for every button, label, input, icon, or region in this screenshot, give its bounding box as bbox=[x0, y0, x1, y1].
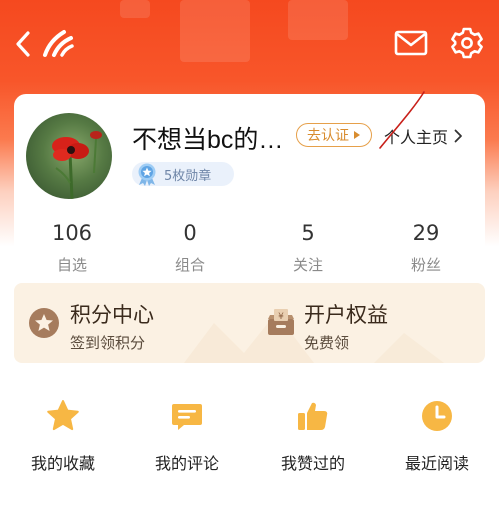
avatar[interactable] bbox=[26, 113, 112, 199]
shortcut-label: 我赞过的 bbox=[280, 454, 345, 473]
shortcut-recent[interactable]: 最近阅读 bbox=[382, 398, 492, 474]
medal-icon bbox=[134, 162, 160, 186]
points-title: 积分中心 bbox=[70, 303, 154, 327]
chevron-left-icon[interactable] bbox=[8, 28, 38, 60]
comment-icon bbox=[132, 398, 242, 434]
stat-value: 0 bbox=[183, 221, 197, 245]
account-benefits-entry[interactable]: ¥ 开户权益 免费领 bbox=[262, 290, 472, 356]
shortcut-label: 我的评论 bbox=[154, 454, 219, 473]
yuan-wallet-icon: ¥ bbox=[264, 305, 298, 343]
clock-icon bbox=[382, 398, 492, 434]
points-subtitle: 签到领积分 bbox=[70, 334, 146, 352]
account-subtitle: 免费领 bbox=[304, 334, 350, 352]
stat-value: 106 bbox=[51, 221, 93, 245]
top-bar bbox=[0, 0, 499, 92]
gear-icon[interactable] bbox=[448, 24, 486, 62]
medal-badge[interactable]: 5枚勋章 bbox=[132, 162, 234, 186]
stat-watchlist[interactable]: 106 自选 bbox=[32, 220, 112, 275]
stat-portfolio[interactable]: 0 组合 bbox=[150, 220, 230, 275]
chevron-right-icon bbox=[454, 129, 463, 143]
caret-right-icon bbox=[353, 130, 361, 140]
shortcut-comments[interactable]: 我的评论 bbox=[132, 398, 242, 474]
shortcut-label: 最近阅读 bbox=[404, 454, 469, 473]
svg-text:¥: ¥ bbox=[278, 312, 284, 322]
stat-label: 粉丝 bbox=[410, 256, 441, 274]
shortcut-liked[interactable]: 我赞过的 bbox=[258, 398, 368, 474]
stat-followers[interactable]: 29 粉丝 bbox=[386, 220, 466, 275]
stat-label: 关注 bbox=[292, 256, 323, 274]
stat-value: 29 bbox=[412, 221, 440, 245]
account-title: 开户权益 bbox=[304, 303, 388, 327]
star-icon bbox=[8, 398, 118, 434]
brand-logo-icon bbox=[40, 26, 76, 60]
badge-label: 5枚勋章 bbox=[164, 168, 212, 184]
shortcut-label: 我的收藏 bbox=[30, 454, 95, 473]
mail-icon[interactable] bbox=[392, 26, 430, 60]
stat-following[interactable]: 5 关注 bbox=[268, 220, 348, 275]
stat-label: 组合 bbox=[174, 256, 205, 274]
annotation-stroke bbox=[376, 90, 428, 152]
verify-button[interactable]: 去认证 bbox=[296, 123, 372, 147]
verify-label: 去认证 bbox=[307, 128, 349, 144]
points-center-entry[interactable]: 积分中心 签到领积分 bbox=[26, 290, 226, 356]
stat-label: 自选 bbox=[56, 256, 87, 274]
shortcut-favorites[interactable]: 我的收藏 bbox=[8, 398, 118, 474]
star-coin-icon bbox=[28, 307, 60, 343]
stat-value: 5 bbox=[301, 221, 315, 245]
thumbs-up-icon bbox=[258, 398, 368, 434]
username: 不想当bc的… bbox=[132, 126, 284, 154]
